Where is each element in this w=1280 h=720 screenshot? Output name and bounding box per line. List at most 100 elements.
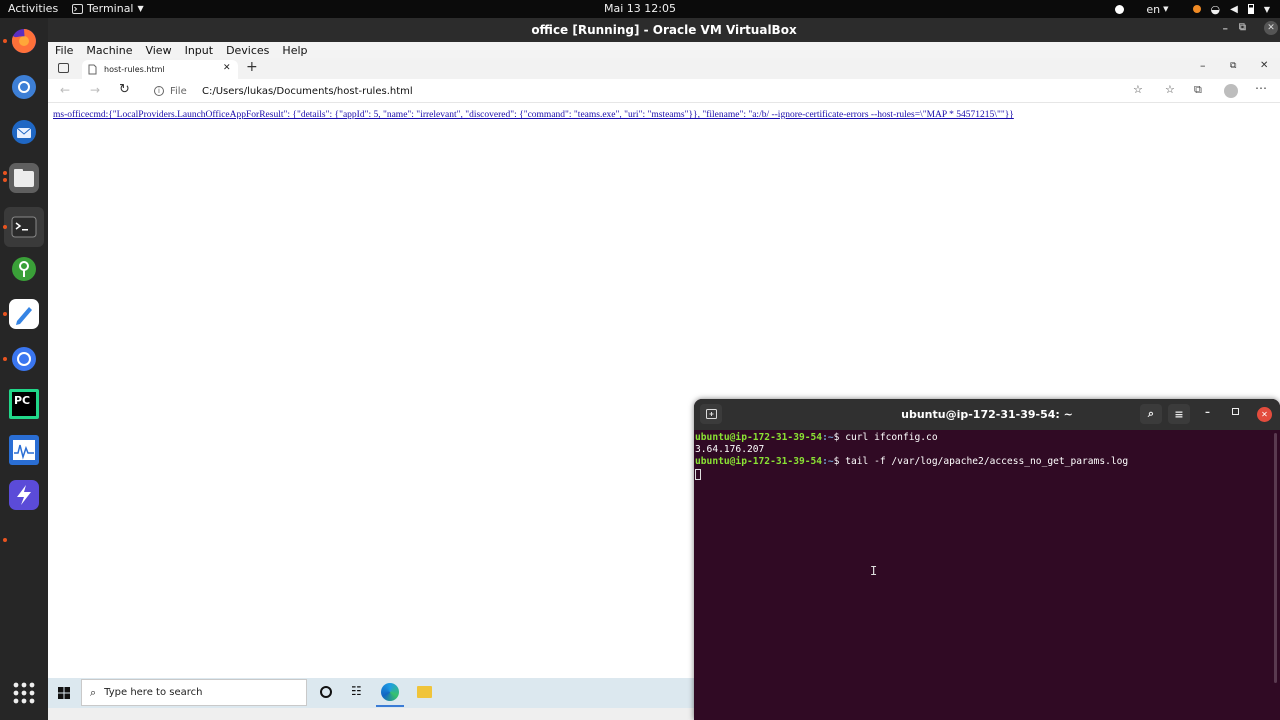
gnome-top-bar: Activities Terminal ▼ Mai 13 12:05 en ▼ ◒…: [0, 0, 1280, 18]
prompt-path: :~: [822, 432, 834, 443]
running-indicator: [3, 39, 7, 43]
running-indicator: [3, 178, 7, 182]
menu-devices[interactable]: Devices: [226, 44, 269, 57]
ubuntu-dock: PC: [0, 18, 48, 720]
files-icon[interactable]: [9, 163, 39, 193]
prompt-path: :~: [822, 456, 834, 467]
more-menu-icon[interactable]: ⋯: [1255, 81, 1267, 95]
restore-icon[interactable]: ⧉: [1239, 22, 1246, 33]
activities-button[interactable]: Activities: [8, 2, 58, 15]
system-tray[interactable]: en ▼ ◒ ◀ ▼: [1115, 1, 1270, 17]
tab-host-rules[interactable]: host-rules.html ✕: [82, 60, 238, 79]
window-title: office [Running] - Oracle VM VirtualBox: [531, 23, 797, 37]
maximize-icon[interactable]: [1232, 408, 1239, 415]
terminal-line: 3.64.176.207: [695, 444, 765, 455]
edge-address-bar: ← → ↻ i File C:/Users/lukas/Documents/ho…: [48, 79, 1280, 103]
app-menu-label: Terminal: [87, 2, 134, 15]
task-view-icon[interactable]: ☷: [351, 684, 362, 698]
terminal-scrollbar[interactable]: [1274, 433, 1277, 683]
chevron-down-icon: ▼: [1163, 5, 1169, 13]
menu-help[interactable]: Help: [282, 44, 307, 57]
new-tab-icon[interactable]: +: [246, 59, 258, 75]
terminal-headerbar[interactable]: ubuntu@ip-172-31-39-54: ~ ⌕ ≡ – ✕: [694, 399, 1280, 430]
chevron-down-icon: ▼: [1263, 4, 1270, 14]
close-icon[interactable]: ✕: [1260, 60, 1268, 71]
tab-title: host-rules.html: [104, 65, 165, 74]
restore-icon[interactable]: ⧉: [1230, 61, 1236, 71]
favorites-icon[interactable]: ☆: [1165, 83, 1175, 96]
menu-machine[interactable]: Machine: [86, 44, 132, 57]
taskbar-search[interactable]: ⌕ Type here to search: [81, 679, 307, 706]
menu-file[interactable]: File: [55, 44, 73, 57]
language-indicator[interactable]: en ▼: [1146, 3, 1168, 16]
active-app-indicator: [376, 705, 404, 707]
hamburger-menu-button[interactable]: ≡: [1168, 404, 1190, 424]
prompt-user: ubuntu@ip-172-31-39-54: [695, 432, 823, 443]
language-label: en: [1146, 2, 1161, 16]
prompt-user: ubuntu@ip-172-31-39-54: [695, 456, 823, 467]
command-text: $ tail -f /var/log/apache2/access_no_get…: [833, 456, 1129, 467]
battery-icon: [1247, 4, 1254, 14]
collections-icon[interactable]: ⧉: [1194, 83, 1202, 97]
menu-icon: ≡: [1174, 407, 1184, 421]
cortana-icon[interactable]: [320, 686, 332, 698]
minimize-icon[interactable]: –: [1223, 22, 1229, 35]
notification-icon[interactable]: [1115, 4, 1125, 14]
close-tab-icon[interactable]: ✕: [223, 63, 231, 73]
terminal-window[interactable]: ubuntu@ip-172-31-39-54: ~ ⌕ ≡ – ✕ ubuntu…: [694, 399, 1280, 720]
running-indicator: [3, 225, 7, 229]
terminal-output[interactable]: ubuntu@ip-172-31-39-54:~$ curl ifconfig.…: [694, 430, 1280, 720]
app-menu[interactable]: Terminal ▼: [72, 2, 144, 15]
profile-avatar[interactable]: [1224, 84, 1238, 98]
system-monitor-icon[interactable]: [9, 435, 39, 465]
terminal-dock-icon[interactable]: [4, 207, 44, 247]
search-placeholder: Type here to search: [104, 687, 203, 698]
running-indicator: [3, 171, 7, 175]
search-icon: ⌕: [1147, 407, 1155, 420]
signal-icon[interactable]: [9, 344, 39, 374]
pycharm-logo: PC: [12, 392, 36, 416]
url-text: C:/Users/lukas/Documents/host-rules.html: [202, 85, 413, 97]
terminal-line: ubuntu@ip-172-31-39-54:~$ tail -f /var/l…: [695, 456, 1280, 468]
show-applications-icon[interactable]: [9, 678, 39, 708]
text-editor-icon[interactable]: [9, 299, 39, 329]
tab-actions-icon[interactable]: [58, 63, 69, 73]
privacy-indicator-icon: [1192, 5, 1201, 13]
chevron-down-icon: ▼: [137, 4, 144, 13]
clock[interactable]: Mai 13 12:05: [604, 2, 676, 15]
wifi-icon: ◒: [1210, 2, 1221, 16]
terminal-title: ubuntu@ip-172-31-39-54: ~: [901, 408, 1073, 421]
pycharm-icon[interactable]: PC: [9, 389, 39, 419]
file-explorer-icon[interactable]: [417, 686, 432, 698]
info-icon[interactable]: i: [154, 86, 164, 96]
running-indicator: [3, 312, 7, 316]
close-icon[interactable]: ✕: [1264, 21, 1278, 35]
chromium-icon[interactable]: [9, 72, 39, 102]
keepassxc-icon[interactable]: [9, 254, 39, 284]
thunderbird-icon[interactable]: [9, 117, 39, 147]
refresh-icon[interactable]: ↻: [119, 82, 130, 97]
windows-start-icon[interactable]: [58, 687, 70, 699]
search-icon: ⌕: [90, 685, 97, 699]
menu-input[interactable]: Input: [185, 44, 213, 57]
virtualbox-menubar: File Machine View Input Devices Help: [48, 42, 1280, 58]
url-field[interactable]: i File C:/Users/lukas/Documents/host-rul…: [143, 81, 1143, 101]
volume-icon: ◀: [1230, 3, 1238, 15]
minimize-icon[interactable]: –: [1205, 407, 1210, 418]
ms-officecmd-link[interactable]: ms-officecmd:{"LocalProviders.LaunchOffi…: [53, 110, 1014, 120]
text-cursor-icon: I: [870, 564, 878, 578]
forward-icon[interactable]: →: [90, 83, 100, 97]
virtualbox-titlebar[interactable]: office [Running] - Oracle VM VirtualBox …: [48, 18, 1280, 42]
back-icon[interactable]: ←: [60, 83, 70, 97]
close-icon[interactable]: ✕: [1257, 407, 1272, 422]
url-scheme-label: File: [170, 85, 187, 97]
running-indicator: [3, 357, 7, 361]
minimize-icon[interactable]: –: [1200, 59, 1206, 72]
firefox-icon[interactable]: [9, 26, 39, 56]
flash-app-icon[interactable]: [9, 480, 39, 510]
edge-taskbar-icon[interactable]: [381, 683, 399, 701]
search-button[interactable]: ⌕: [1140, 404, 1162, 424]
add-favorite-icon[interactable]: ☆: [1133, 83, 1143, 96]
edge-tab-bar: host-rules.html ✕ + – ⧉ ✕: [48, 58, 1280, 79]
menu-view[interactable]: View: [145, 44, 171, 57]
